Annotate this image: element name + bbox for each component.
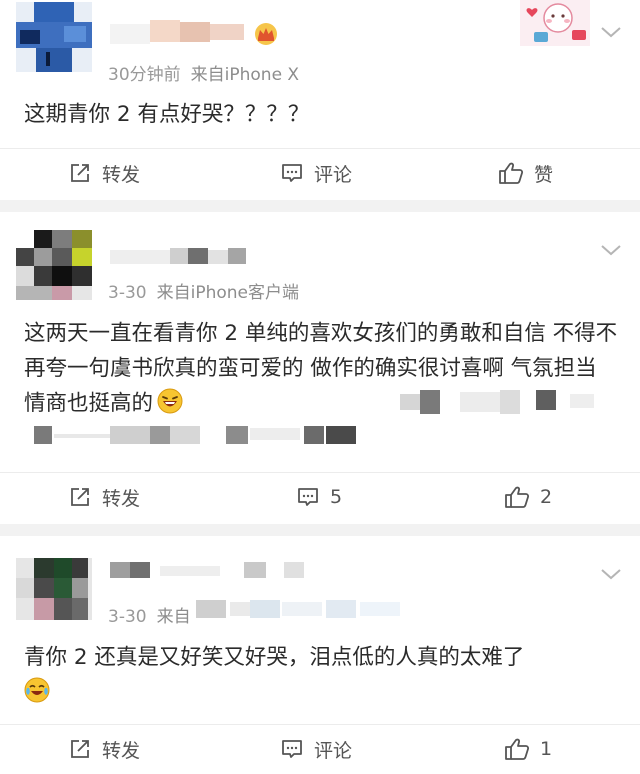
post-time: 3-30 [108,607,147,627]
comment-button[interactable]: 评论 [280,725,352,773]
repost-label: 转发 [102,739,141,762]
avatar[interactable] [16,230,92,300]
repost-label: 转发 [102,487,141,510]
weibo-post-3: 3-30 来自 青你 2 还真是又好笑又好哭，泪点低的人真的太难了 转发 评论 1 [0,536,640,774]
repost-button[interactable]: 转发 [68,725,140,773]
crown-icon [255,23,277,45]
comment-button[interactable]: 5 [296,473,342,521]
like-button[interactable]: 2 [504,473,552,521]
post-time: 3-30 [108,283,147,303]
chevron-down-icon[interactable] [600,566,622,582]
thumb-up-icon [505,738,530,760]
post-meta: 30分钟前 来自iPhone X [108,60,299,85]
weibo-post-1: 30分钟前 来自iPhone X 这期青你 2 有点好哭？？？？ 转发 评论 赞 [0,0,640,200]
action-bar: 转发 评论 1 [0,724,640,773]
avatar[interactable] [16,2,92,72]
comment-icon [282,740,302,758]
post-separator [0,524,640,536]
comment-button[interactable]: 评论 [280,149,352,197]
comment-label: 评论 [314,163,353,186]
post-text: 这期青你 2 有点好哭？？？？ [24,102,310,127]
post-time: 30分钟前 [108,65,181,85]
share-icon [71,488,89,506]
post-separator [0,200,640,212]
chevron-down-icon[interactable] [600,242,622,258]
sticker-decoration-icon [520,0,590,46]
crying-laughing-emoji-icon [24,677,50,703]
post-content: 这期青你 2 有点好哭？？？？ [24,97,618,132]
comment-label: 评论 [314,739,353,762]
avatar[interactable] [16,558,92,628]
laughing-emoji-icon [157,388,183,414]
chevron-down-icon[interactable] [600,24,622,40]
repost-button[interactable]: 转发 [68,149,140,197]
action-bar: 转发 评论 赞 [0,148,640,197]
like-count: 2 [540,486,553,508]
share-icon [71,740,89,758]
share-icon [71,164,89,182]
weibo-post-2: 3-30 来自iPhone客户端 这两天一直在看青你 2 单纯的喜欢女孩们的勇敢和… [0,212,640,524]
post-meta: 3-30 来自iPhone客户端 [108,278,299,303]
post-text: 青你 2 还真是又好笑又好哭，泪点低的人真的太难了 [24,645,525,670]
like-button[interactable]: 1 [504,725,552,773]
post-meta: 3-30 来自 [108,602,191,627]
thumb-up-icon [499,162,524,184]
like-button[interactable]: 赞 [498,149,553,197]
action-bar: 转发 5 2 [0,472,640,521]
post-source[interactable]: 来自iPhone客户端 [157,283,299,303]
post-content: 这两天一直在看青你 2 单纯的喜欢女孩们的勇敢和自信 不得不再夸一句虞书欣真的蛮… [24,316,618,421]
comment-count: 5 [330,486,343,508]
repost-label: 转发 [102,163,141,186]
comment-icon [298,488,318,506]
post-text: 这两天一直在看青你 2 单纯的喜欢女孩们的勇敢和自信 不得不再夸一句虞书欣真的蛮… [24,321,618,416]
post-content: 青你 2 还真是又好笑又好哭，泪点低的人真的太难了 [24,640,618,710]
repost-button[interactable]: 转发 [68,473,140,521]
like-label: 赞 [534,163,554,186]
post-source[interactable]: 来自 [157,607,191,627]
comment-icon [282,164,302,182]
thumb-up-icon [505,486,530,508]
post-source[interactable]: 来自iPhone X [191,65,299,85]
like-count: 1 [540,738,553,760]
